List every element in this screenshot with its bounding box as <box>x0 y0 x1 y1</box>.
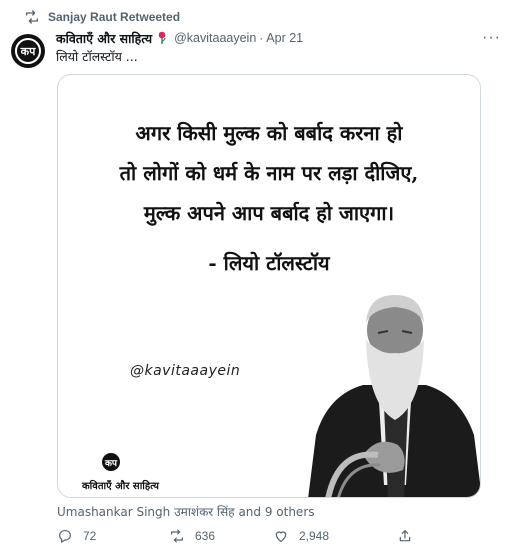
more-icon[interactable]: ··· <box>482 30 501 46</box>
rose-icon <box>158 31 166 44</box>
like-icon <box>275 531 287 543</box>
avatar-logo: कप <box>15 38 41 64</box>
quote-line: तो लोगों को धर्म के नाम पर लड़ा दीजिए, <box>119 161 419 185</box>
separator-dot: · <box>259 31 264 45</box>
tweet-actions: 72 636 2,948 <box>57 526 435 546</box>
tweet-media[interactable]: अगर किसी मुल्क को बर्बाद करना हो तो लोगो… <box>57 74 481 498</box>
reply-count: 72 <box>83 529 97 543</box>
liked-by[interactable]: Umashankar Singh उमाशंकर सिंह and 9 othe… <box>57 503 315 520</box>
reply-icon <box>59 530 71 544</box>
retweet-context[interactable]: Sanjay Raut Retweeted <box>24 8 180 26</box>
tweet-date[interactable]: Apr 21 <box>266 31 303 45</box>
display-name[interactable]: कविताएँ और साहित्य <box>56 30 152 47</box>
share-icon <box>399 530 411 542</box>
tweet-header: कविताएँ और साहित्य @kavitaaayein · Apr 2… <box>56 28 501 48</box>
share-button[interactable] <box>397 528 413 544</box>
avatar[interactable]: कप <box>11 34 45 68</box>
quote-text: अगर किसी मुल्क को बर्बाद करना हो तो लोगो… <box>58 113 480 233</box>
quote-attribution: - लियो टॉलस्टॉय <box>208 251 330 275</box>
avatar-logo-glyph: कप <box>20 44 36 58</box>
user-handle[interactable]: @kavitaaayein <box>174 31 256 45</box>
brand-name: कविताएँ और साहित्य <box>82 481 159 492</box>
retweet-label: Sanjay Raut Retweeted <box>48 10 181 24</box>
like-count: 2,948 <box>299 529 330 543</box>
tolstoy-portrait <box>308 295 480 497</box>
quote-line: अगर किसी मुल्क को बर्बाद करना हो <box>135 121 403 145</box>
image-watermark: @kavitaaayein <box>130 363 241 379</box>
reply-button[interactable]: 72 <box>57 528 169 544</box>
tweet-text: लियो टॉलस्टॉय ... <box>56 49 138 64</box>
quote-line: मुल्क अपने आप बर्बाद हो जाएगा। <box>143 201 395 225</box>
brand-logo-glyph: कप <box>104 457 118 468</box>
retweet-button[interactable]: 636 <box>169 528 273 544</box>
like-button[interactable]: 2,948 <box>273 528 397 544</box>
retweet-icon <box>171 529 183 543</box>
brand-logo: कप <box>102 453 120 471</box>
retweet-icon <box>26 10 38 24</box>
retweet-count: 636 <box>195 529 216 543</box>
